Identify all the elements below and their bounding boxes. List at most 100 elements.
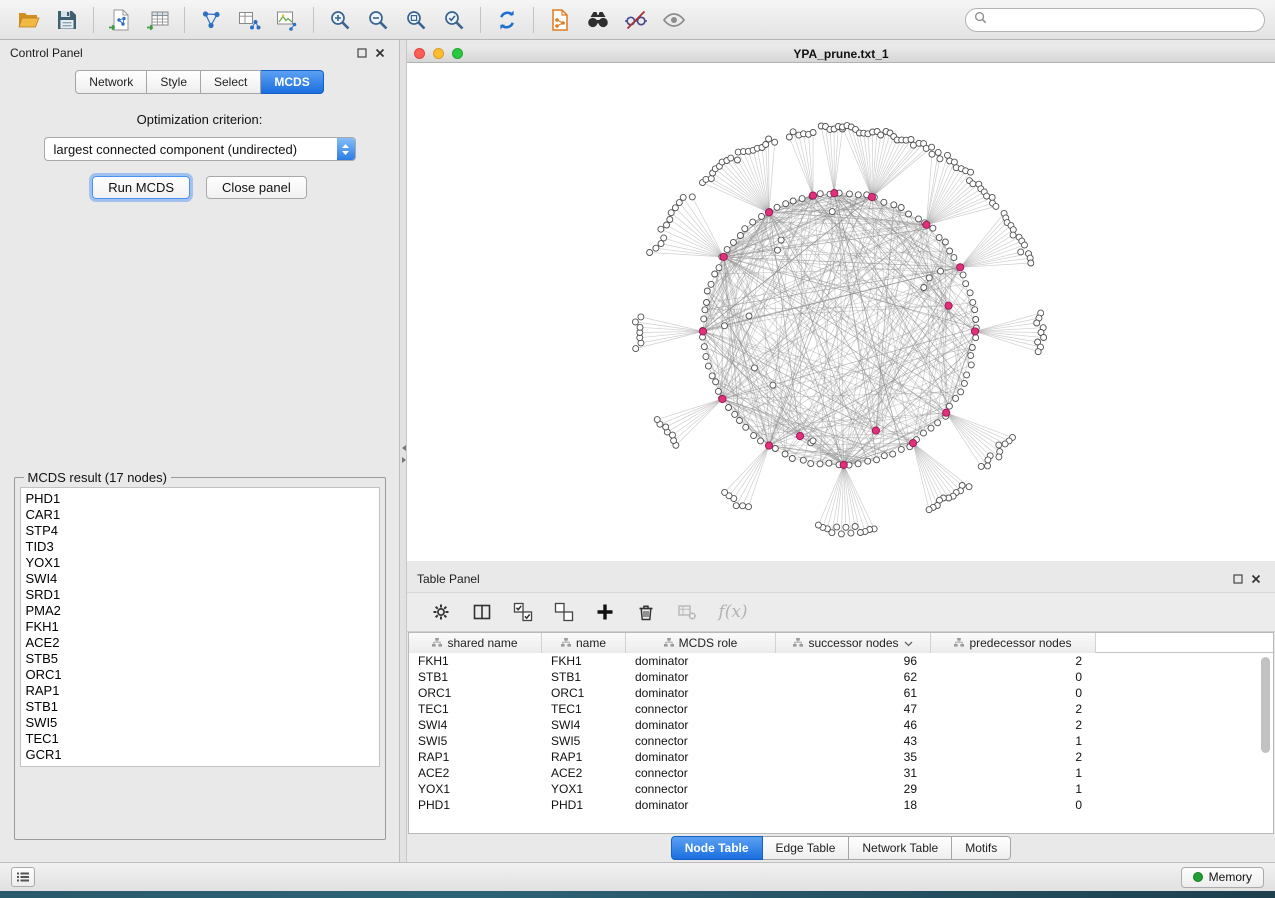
cell-shared-name[interactable]: STB1 [409, 670, 542, 684]
cell-successors[interactable]: 61 [776, 686, 931, 700]
cell-predecessors[interactable]: 0 [931, 670, 1096, 684]
mcds-result-item[interactable]: TEC1 [26, 731, 374, 747]
column-header-mcds-role[interactable]: MCDS role [626, 633, 776, 653]
cell-predecessors[interactable]: 1 [931, 766, 1096, 780]
mcds-result-item[interactable]: STB5 [26, 651, 374, 667]
mcds-result-item[interactable]: PHD1 [26, 491, 374, 507]
delete-icon[interactable] [634, 600, 658, 624]
cell-successors[interactable]: 43 [776, 734, 931, 748]
table-row[interactable]: YOX1YOX1connector291 [409, 781, 1273, 797]
cell-shared-name[interactable]: FKH1 [409, 654, 542, 668]
mcds-result-item[interactable]: STP4 [26, 523, 374, 539]
cell-name[interactable]: STB1 [542, 670, 626, 684]
cell-name[interactable]: YOX1 [542, 782, 626, 796]
cell-role[interactable]: dominator [626, 750, 776, 764]
column-header-predecessor-nodes[interactable]: predecessor nodes [931, 633, 1096, 653]
cell-role[interactable]: dominator [626, 718, 776, 732]
run-mcds-button[interactable]: Run MCDS [92, 176, 190, 199]
mcds-result-item[interactable]: FKH1 [26, 619, 374, 635]
table-row[interactable]: TEC1TEC1connector472 [409, 701, 1273, 717]
tab-style[interactable]: Style [147, 70, 201, 94]
cell-name[interactable]: PHD1 [542, 798, 626, 812]
cell-successors[interactable]: 31 [776, 766, 931, 780]
cell-predecessors[interactable]: 2 [931, 702, 1096, 716]
memory-button[interactable]: Memory [1181, 867, 1264, 888]
table-tab-edge-table[interactable]: Edge Table [763, 836, 850, 860]
column-header-successor-nodes[interactable]: successor nodes [776, 633, 931, 653]
scrollbar-thumb[interactable] [1261, 657, 1270, 753]
export-network-icon[interactable] [192, 4, 230, 36]
search-input[interactable] [992, 13, 1256, 27]
cell-shared-name[interactable]: YOX1 [409, 782, 542, 796]
cell-predecessors[interactable]: 0 [931, 798, 1096, 812]
cell-name[interactable]: TEC1 [542, 702, 626, 716]
cell-successors[interactable]: 47 [776, 702, 931, 716]
close-panel-icon[interactable] [371, 44, 389, 62]
cell-shared-name[interactable]: SWI4 [409, 718, 542, 732]
mcds-result-item[interactable]: GCR1 [26, 747, 374, 763]
cell-role[interactable]: dominator [626, 798, 776, 812]
table-row[interactable]: STB1STB1dominator620 [409, 669, 1273, 685]
cell-name[interactable]: FKH1 [542, 654, 626, 668]
table-tab-node-table[interactable]: Node Table [671, 836, 763, 860]
cell-role[interactable]: dominator [626, 670, 776, 684]
column-header-name[interactable]: name [542, 633, 626, 653]
table-scrollbar[interactable] [1260, 655, 1271, 831]
cell-successors[interactable]: 46 [776, 718, 931, 732]
cell-shared-name[interactable]: PHD1 [409, 798, 542, 812]
mcds-result-item[interactable]: RAP1 [26, 683, 374, 699]
table-row[interactable]: ACE2ACE2connector311 [409, 765, 1273, 781]
import-table-icon[interactable] [139, 4, 177, 36]
cell-role[interactable]: dominator [626, 686, 776, 700]
import-network-icon[interactable] [101, 4, 139, 36]
tab-network[interactable]: Network [75, 70, 147, 94]
mcds-result-item[interactable]: PMA2 [26, 603, 374, 619]
gear-icon[interactable] [429, 600, 453, 624]
hide-graphics-details-icon[interactable] [617, 4, 655, 36]
add-icon[interactable] [593, 600, 617, 624]
mcds-result-item[interactable]: SRD1 [26, 587, 374, 603]
cell-predecessors[interactable]: 1 [931, 734, 1096, 748]
open-session-icon[interactable] [10, 4, 48, 36]
cell-shared-name[interactable]: SWI5 [409, 734, 542, 748]
table-tab-motifs[interactable]: Motifs [952, 836, 1011, 860]
cell-successors[interactable]: 96 [776, 654, 931, 668]
column-menu-chevron-icon[interactable] [904, 636, 913, 650]
mcds-result-item[interactable]: SWI4 [26, 571, 374, 587]
float-panel-icon[interactable] [353, 44, 371, 62]
mcds-result-item[interactable]: TID3 [26, 539, 374, 555]
search-box[interactable] [965, 8, 1265, 32]
close-panel-button[interactable]: Close panel [206, 176, 307, 199]
cell-predecessors[interactable]: 2 [931, 750, 1096, 764]
network-view[interactable] [407, 63, 1275, 561]
cell-successors[interactable]: 29 [776, 782, 931, 796]
cell-role[interactable]: dominator [626, 654, 776, 668]
deselect-all-icon[interactable] [552, 600, 576, 624]
refresh-network-icon[interactable] [488, 4, 526, 36]
column-header-shared-name[interactable]: shared name [409, 633, 542, 653]
zoom-selected-icon[interactable] [435, 4, 473, 36]
cell-predecessors[interactable]: 1 [931, 782, 1096, 796]
cell-predecessors[interactable]: 2 [931, 718, 1096, 732]
zoom-out-icon[interactable] [359, 4, 397, 36]
close-table-panel-icon[interactable] [1247, 570, 1265, 588]
mcds-result-item[interactable]: SWI5 [26, 715, 374, 731]
cell-successors[interactable]: 18 [776, 798, 931, 812]
cell-name[interactable]: ACE2 [542, 766, 626, 780]
function-builder-icon[interactable]: f(x) [716, 600, 750, 624]
table-row[interactable]: ORC1ORC1dominator610 [409, 685, 1273, 701]
cell-successors[interactable]: 62 [776, 670, 931, 684]
cell-name[interactable]: SWI5 [542, 734, 626, 748]
select-all-icon[interactable] [511, 600, 535, 624]
network-window-titlebar[interactable]: YPA_prune.txt_1 [407, 45, 1275, 63]
cell-predecessors[interactable]: 2 [931, 654, 1096, 668]
float-table-panel-icon[interactable] [1229, 570, 1247, 588]
save-session-icon[interactable] [48, 4, 86, 36]
export-image-icon[interactable] [268, 4, 306, 36]
clear-table-icon[interactable] [675, 600, 699, 624]
columns-icon[interactable] [470, 600, 494, 624]
cell-name[interactable]: SWI4 [542, 718, 626, 732]
mcds-result-item[interactable]: STB1 [26, 699, 374, 715]
cell-name[interactable]: RAP1 [542, 750, 626, 764]
zoom-in-icon[interactable] [321, 4, 359, 36]
